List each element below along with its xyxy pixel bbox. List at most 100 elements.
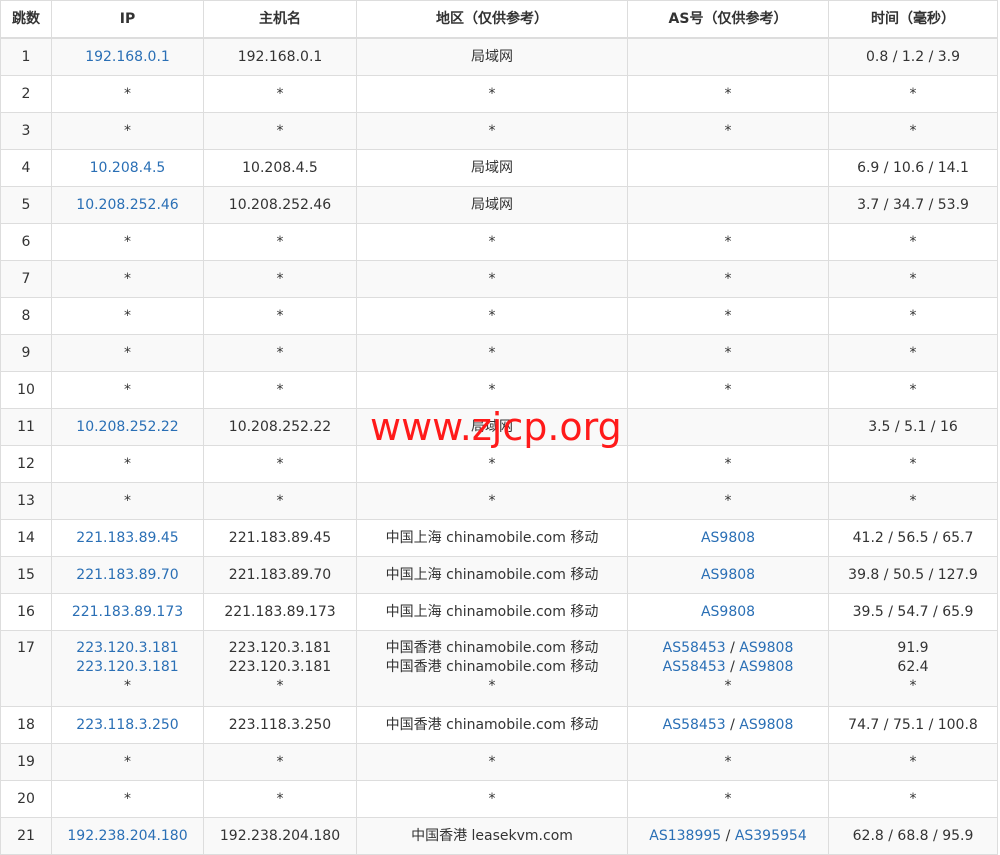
as-line: * — [628, 492, 828, 511]
as-link[interactable]: AS138995 — [649, 828, 721, 844]
ip-link[interactable]: 192.168.0.1 — [52, 48, 203, 67]
ip-link[interactable]: 223.120.3.181 — [52, 658, 203, 677]
cell-region: * — [356, 334, 628, 372]
as-link[interactable]: AS9808 — [701, 604, 755, 620]
region-text: 中国香港 chinamobile.com 移动 — [385, 640, 599, 656]
as-link[interactable]: AS9808 — [701, 530, 755, 546]
ip-link[interactable]: 221.183.89.45 — [52, 529, 203, 548]
ip-link[interactable]: 10.208.4.5 — [52, 159, 203, 178]
cell-hostname: * — [203, 482, 357, 520]
hop-number: 9 — [21, 344, 31, 361]
cell-hostname: 10.208.252.46 — [203, 186, 357, 224]
cell-as: * — [627, 482, 829, 520]
hostname-text: 10.208.252.22 — [228, 418, 332, 435]
as-link[interactable]: AS9808 — [739, 640, 793, 656]
cell-time: 6.9 / 10.6 / 14.1 — [828, 149, 998, 187]
table-row: 5 10.208.252.46 10.208.252.46 局域网 3.7 / 34.… — [0, 186, 998, 224]
cell-hop: 20 — [0, 780, 52, 818]
ip-link[interactable]: 223.120.3.181 — [52, 639, 203, 658]
cell-hop: 12 — [0, 445, 52, 483]
ip-empty: * — [124, 790, 131, 807]
time-text: 74.7 / 75.1 / 100.8 — [848, 716, 978, 733]
cell-region: * — [356, 371, 628, 409]
time-text: * — [909, 790, 917, 807]
cell-hostname: * — [203, 297, 357, 335]
as-line — [628, 159, 828, 178]
time-text: 3.7 / 34.7 / 53.9 — [857, 196, 969, 213]
cell-ip: * — [51, 260, 204, 298]
cell-ip: * — [51, 223, 204, 261]
region-text: 中国上海 chinamobile.com 移动 — [385, 529, 599, 546]
cell-hostname: 221.183.89.45 — [203, 519, 357, 557]
cell-time: 62.8 / 68.8 / 95.9 — [828, 817, 998, 855]
hop-number: 5 — [21, 196, 31, 213]
hostname-text: * — [276, 455, 284, 472]
cell-ip: * — [51, 334, 204, 372]
cell-hop: 6 — [0, 223, 52, 261]
table-row: 7 * * * * * — [0, 260, 998, 298]
cell-as — [627, 186, 829, 224]
hostname-text: 192.238.204.180 — [219, 827, 341, 844]
ip-link[interactable]: 192.238.204.180 — [52, 827, 203, 846]
cell-region: 中国上海 chinamobile.com 移动 — [356, 519, 628, 557]
as-link[interactable]: AS395954 — [735, 828, 807, 844]
ip-link[interactable]: 221.183.89.173 — [52, 603, 203, 622]
cell-hop: 15 — [0, 556, 52, 594]
as-link[interactable]: AS58453 — [663, 717, 726, 733]
time-text: * — [909, 344, 917, 361]
cell-region: * — [356, 780, 628, 818]
cell-as: AS9808 — [627, 519, 829, 557]
as-empty: * — [724, 753, 732, 770]
table-row: 12 * * * * * — [0, 445, 998, 483]
cell-hop: 1 — [0, 37, 52, 76]
cell-hostname: * — [203, 743, 357, 781]
as-link[interactable]: AS58453 — [663, 640, 726, 656]
cell-time: * — [828, 260, 998, 298]
table-row: 4 10.208.4.5 10.208.4.5 局域网 6.9 / 10.6 / 14… — [0, 149, 998, 187]
as-empty: * — [724, 307, 732, 324]
cell-hop: 17 — [0, 630, 52, 707]
cell-ip: * — [51, 297, 204, 335]
table-row: 19 * * * * * — [0, 743, 998, 781]
ip-link[interactable]: 10.208.252.46 — [52, 196, 203, 215]
as-line: * — [628, 270, 828, 289]
as-line — [628, 48, 828, 67]
as-link[interactable]: AS58453 — [663, 659, 726, 675]
ip-link[interactable]: 221.183.89.70 — [52, 566, 203, 585]
hop-number: 7 — [21, 270, 31, 287]
cell-hostname: * — [203, 223, 357, 261]
cell-ip: 192.168.0.1 — [51, 37, 204, 76]
hostname-text: * — [276, 492, 284, 509]
as-link[interactable]: AS9808 — [701, 567, 755, 583]
time-text: * — [909, 307, 917, 324]
hostname-text: 221.183.89.173 — [224, 603, 336, 620]
cell-as: AS58453 / AS9808 AS58453 / AS9808 * — [627, 630, 829, 707]
cell-hostname: * — [203, 260, 357, 298]
cell-hop: 7 — [0, 260, 52, 298]
time-text: * — [909, 233, 917, 250]
cell-ip: 223.118.3.250 — [51, 706, 204, 744]
cell-region: 中国上海 chinamobile.com 移动 — [356, 556, 628, 594]
time-text: 39.8 / 50.5 / 127.9 — [848, 566, 978, 583]
cell-time: * — [828, 780, 998, 818]
as-empty: * — [724, 492, 732, 509]
as-link[interactable]: AS9808 — [739, 659, 793, 675]
cell-hop: 2 — [0, 75, 52, 113]
time-text: * — [909, 753, 917, 770]
cell-region: 局域网 — [356, 186, 628, 224]
as-link[interactable]: AS9808 — [739, 717, 793, 733]
ip-empty: * — [124, 678, 131, 694]
cell-ip: * — [51, 482, 204, 520]
region-text: * — [488, 122, 496, 139]
ip-link[interactable]: 223.118.3.250 — [52, 716, 203, 735]
ip-link[interactable]: 10.208.252.22 — [52, 418, 203, 437]
as-line: * — [628, 455, 828, 474]
cell-time: * — [828, 112, 998, 150]
hostname-text: * — [276, 307, 284, 324]
time-text: 3.5 / 5.1 / 16 — [868, 418, 958, 435]
cell-as: AS58453 / AS9808 — [627, 706, 829, 744]
time-text: * — [909, 270, 917, 287]
region-text: 中国上海 chinamobile.com 移动 — [385, 603, 599, 620]
cell-region: * — [356, 112, 628, 150]
region-text: 中国香港 leasekvm.com — [411, 827, 573, 844]
